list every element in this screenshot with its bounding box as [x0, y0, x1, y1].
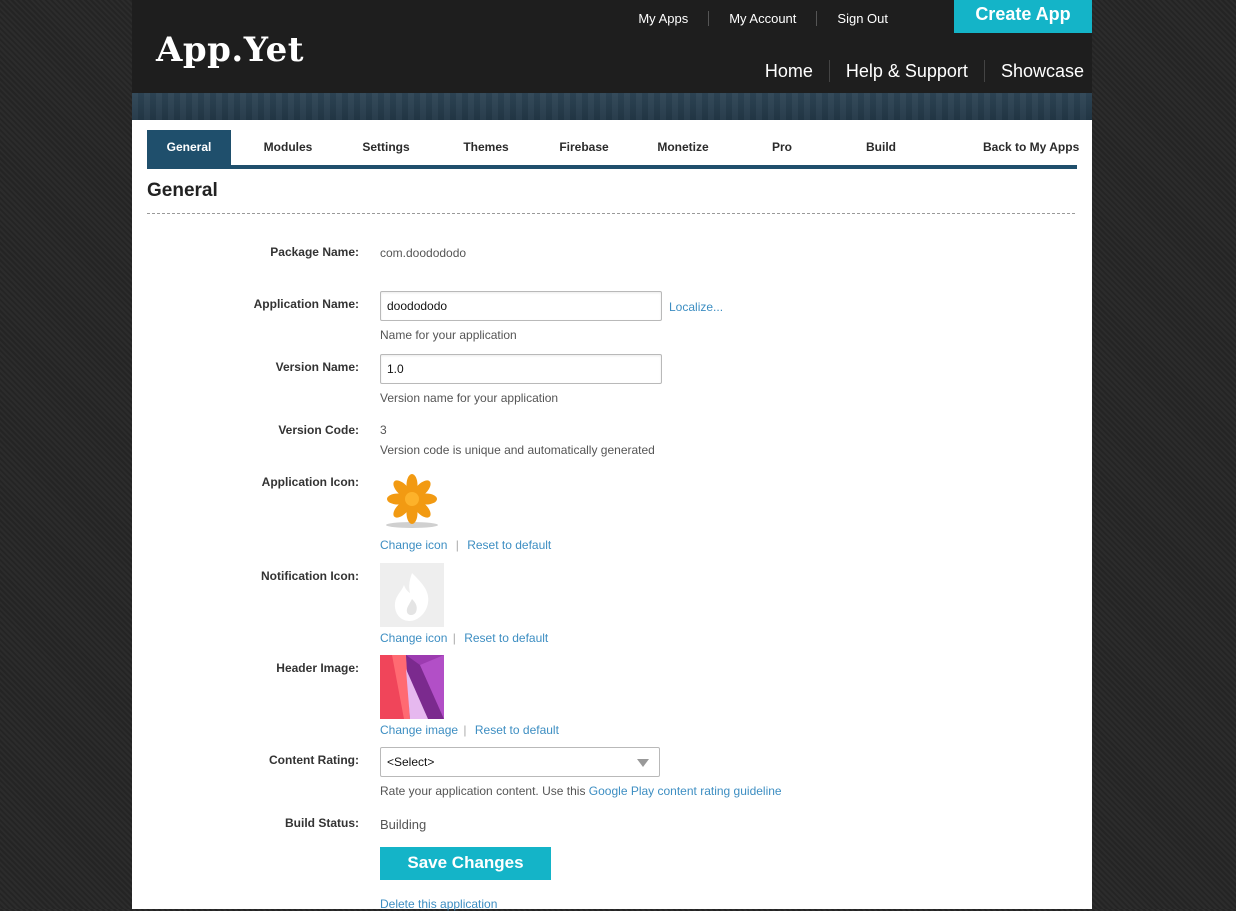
- reset-notification-icon-link[interactable]: Reset to default: [464, 631, 548, 645]
- nav-showcase[interactable]: Showcase: [985, 61, 1084, 82]
- change-icon-link[interactable]: Change icon: [380, 538, 447, 552]
- build-status-value: Building: [380, 817, 427, 832]
- app-icon-label: Application Icon:: [261, 475, 359, 489]
- dropdown-arrow-icon: [637, 759, 649, 767]
- app-icon-actions: Change icon | Reset to default: [380, 538, 551, 552]
- logo[interactable]: App.Yet: [156, 30, 304, 70]
- build-status-label: Build Status:: [285, 816, 359, 830]
- tab-settings[interactable]: Settings: [346, 130, 426, 165]
- version-code-help: Version code is unique and automatically…: [380, 443, 655, 457]
- nav-home[interactable]: Home: [749, 61, 829, 82]
- change-notification-icon-link[interactable]: Change icon: [380, 631, 447, 645]
- version-name-input[interactable]: 1.0: [380, 354, 662, 384]
- my-apps-link[interactable]: My Apps: [618, 11, 708, 26]
- version-name-help: Version name for your application: [380, 391, 559, 405]
- localize-link[interactable]: Localize...: [669, 300, 723, 314]
- app-name-help: Name for your application: [380, 328, 517, 342]
- header-banner: [132, 93, 1092, 120]
- version-name-label: Version Name:: [275, 360, 359, 374]
- divider: [147, 213, 1075, 214]
- pipe-separator: |: [452, 631, 456, 645]
- create-app-button[interactable]: Create App: [954, 0, 1092, 33]
- tab-firebase[interactable]: Firebase: [544, 130, 624, 165]
- tab-underline: [147, 165, 1077, 169]
- flower-icon: [386, 474, 438, 528]
- my-account-link[interactable]: My Account: [709, 11, 816, 26]
- change-image-link[interactable]: Change image: [380, 723, 458, 737]
- save-changes-button[interactable]: Save Changes: [380, 847, 551, 880]
- content-rating-label: Content Rating:: [269, 753, 359, 767]
- main-nav: Home Help & Support Showcase: [749, 60, 1084, 82]
- app-name-input[interactable]: doodododo: [380, 291, 662, 321]
- nav-help-support[interactable]: Help & Support: [830, 61, 984, 82]
- header-image-label: Header Image:: [276, 661, 359, 675]
- version-code-label: Version Code:: [278, 423, 359, 437]
- notification-icon-actions: Change icon | Reset to default: [380, 631, 548, 645]
- header-image: [380, 655, 444, 719]
- pipe-separator: |: [455, 538, 459, 552]
- top-bar: App.Yet My Apps My Account Sign Out Crea…: [132, 0, 1092, 93]
- content-rating-help: Rate your application content. Use this …: [380, 784, 782, 798]
- rating-guideline-link[interactable]: Google Play content rating guideline: [589, 784, 782, 798]
- version-code-value: 3: [380, 423, 387, 437]
- tab-pro[interactable]: Pro: [742, 130, 822, 165]
- app-name-label: Application Name:: [253, 297, 359, 311]
- app-frame: App.Yet My Apps My Account Sign Out Crea…: [132, 0, 1092, 911]
- content-rating-select[interactable]: <Select>: [380, 747, 660, 777]
- flame-icon: [394, 573, 429, 621]
- app-icon-image: [380, 469, 444, 533]
- page-title: General: [147, 180, 218, 201]
- account-links: My Apps My Account Sign Out: [618, 11, 908, 26]
- notification-icon-label: Notification Icon:: [261, 569, 359, 583]
- header-image-actions: Change image | Reset to default: [380, 723, 559, 737]
- reset-image-link[interactable]: Reset to default: [475, 723, 559, 737]
- notification-icon-image: [380, 563, 444, 627]
- tab-bar: General Modules Settings Themes Firebase…: [147, 130, 1079, 165]
- tab-back-to-my-apps[interactable]: Back to My Apps: [983, 130, 1087, 165]
- content-rating-value: <Select>: [387, 755, 435, 769]
- tab-themes[interactable]: Themes: [446, 130, 526, 165]
- tab-monetize[interactable]: Monetize: [643, 130, 723, 165]
- tab-general[interactable]: General: [147, 130, 231, 165]
- pipe-separator: |: [463, 723, 467, 737]
- header-image-preview: [380, 655, 444, 719]
- tab-build[interactable]: Build: [841, 130, 921, 165]
- content-rating-help-text: Rate your application content. Use this: [380, 784, 586, 798]
- package-name-label: Package Name:: [270, 245, 359, 259]
- package-name-value: com.doodododo: [380, 246, 467, 260]
- sign-out-link[interactable]: Sign Out: [817, 11, 908, 26]
- tab-modules[interactable]: Modules: [248, 130, 328, 165]
- reset-icon-link[interactable]: Reset to default: [467, 538, 551, 552]
